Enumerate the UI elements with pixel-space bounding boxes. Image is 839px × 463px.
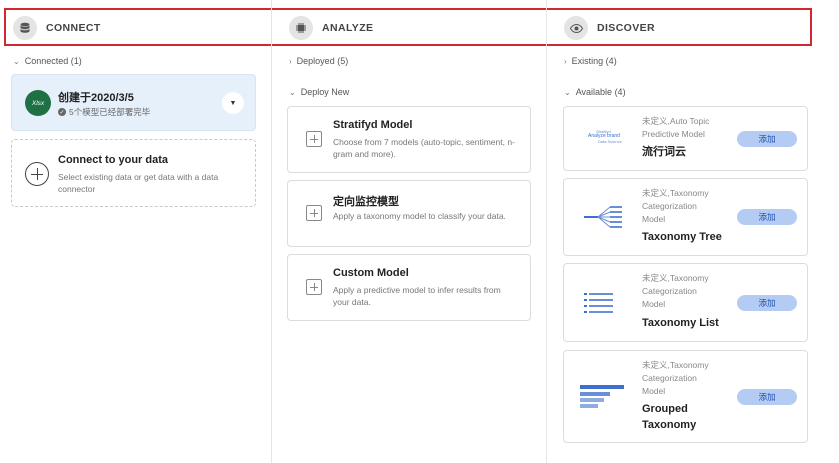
- grouped-bars-thumbnail: [580, 385, 624, 408]
- connect-data-description: Select existing data or get data with a …: [58, 172, 219, 194]
- word-cloud-thumbnail: Stratifyd Analyze brand Data Science: [578, 129, 638, 151]
- plus-square-icon: [306, 279, 322, 295]
- connected-section-toggle[interactable]: ⌄ Connected (1): [13, 56, 82, 66]
- card-meta-line: Model: [642, 299, 666, 309]
- card-meta-line: 未定义,Taxonomy: [642, 360, 709, 370]
- available-section-label: Available (4): [575, 87, 626, 97]
- card-meta-line: Categorization: [642, 201, 697, 211]
- deploy-new-section-label: Deploy New: [300, 87, 350, 97]
- card-meta: 未定义,Taxonomy Categorization Model: [642, 359, 709, 398]
- model-title: 定向监控模型: [333, 196, 399, 208]
- add-button[interactable]: 添加: [737, 389, 797, 405]
- model-card-custom[interactable]: Custom Model Apply a predictive model to…: [287, 254, 531, 321]
- list-thumbnail: [584, 293, 613, 313]
- dataset-title: 创建于2020/3/5: [58, 92, 134, 104]
- plus-square-icon: [306, 131, 322, 147]
- discover-card-taxonomy-tree[interactable]: 未定义,Taxonomy Categorization Model Taxono…: [563, 178, 808, 256]
- check-circle-icon: ✓: [58, 108, 66, 116]
- discover-card-grouped-taxonomy[interactable]: 未定义,Taxonomy Categorization Model Groupe…: [563, 350, 808, 443]
- model-title: Custom Model: [333, 267, 409, 279]
- chevron-down-icon: ⌄: [289, 87, 296, 97]
- deploy-new-section-toggle[interactable]: ⌄ Deploy New: [289, 87, 349, 97]
- deployed-section-label: Deployed (5): [296, 56, 349, 66]
- dataset-status: ✓ 5个模型已经部署完毕: [58, 106, 150, 118]
- model-title: Stratifyd Model: [333, 119, 413, 131]
- chevron-down-icon: ⌄: [13, 56, 20, 66]
- existing-section-label: Existing (4): [571, 56, 617, 66]
- card-meta-line: Model: [642, 386, 666, 396]
- card-meta-line: 未定义,Auto Topic: [642, 116, 710, 126]
- discover-card-word-cloud[interactable]: Stratifyd Analyze brand Data Science 未定义…: [563, 106, 808, 171]
- connected-section-label: Connected (1): [24, 56, 82, 66]
- card-title-line: Taxonomy: [642, 419, 697, 431]
- card-title: Taxonomy Tree: [642, 231, 722, 243]
- deployed-section-toggle[interactable]: › Deployed (5): [289, 56, 348, 66]
- xlsx-file-icon: Xlsx: [25, 90, 51, 116]
- model-card-taxonomy[interactable]: 定向监控模型 Apply a taxonomy model to classif…: [287, 180, 531, 247]
- card-title-line: Grouped: [642, 403, 688, 415]
- pipeline-header: CONNECT ANALYZE DISCOVER: [0, 0, 839, 46]
- card-meta-line: 未定义,Taxonomy: [642, 188, 709, 198]
- card-meta: 未定义,Taxonomy Categorization Model: [642, 272, 709, 311]
- add-button[interactable]: 添加: [737, 131, 797, 147]
- model-description: Choose from 7 models (auto-topic, sentim…: [333, 137, 515, 159]
- dataset-status-text: 5个模型已经部署完毕: [69, 107, 151, 117]
- chevron-down-icon: ⌄: [564, 87, 571, 97]
- header-highlight-box: [4, 8, 812, 46]
- connect-data-title: Connect to your data: [58, 154, 169, 166]
- existing-section-toggle[interactable]: › Existing (4): [564, 56, 617, 66]
- model-description: Apply a predictive model to infer result…: [333, 285, 501, 307]
- card-meta: 未定义,Taxonomy Categorization Model: [642, 187, 709, 226]
- card-meta: 未定义,Auto Topic Predictive Model: [642, 115, 709, 141]
- thumb-word: Data Science: [598, 139, 622, 144]
- column-divider: [546, 0, 547, 463]
- card-meta-line: Model: [642, 214, 666, 224]
- chevron-right-icon: ›: [289, 56, 292, 66]
- tree-thumbnail: [584, 206, 622, 228]
- available-section-toggle[interactable]: ⌄ Available (4): [564, 87, 626, 97]
- card-meta-line: Categorization: [642, 373, 697, 383]
- card-meta-line: Predictive Model: [642, 129, 705, 139]
- discover-card-taxonomy-list[interactable]: 未定义,Taxonomy Categorization Model Taxono…: [563, 263, 808, 342]
- chevron-right-icon: ›: [564, 56, 567, 66]
- column-divider: [271, 0, 272, 463]
- connect-data-card[interactable]: Connect to your data Select existing dat…: [11, 139, 256, 207]
- card-title: Grouped Taxonomy: [642, 401, 696, 433]
- model-description: Apply a taxonomy model to classify your …: [333, 211, 506, 221]
- plus-circle-icon: [25, 162, 49, 186]
- dataset-menu-button[interactable]: ▼: [222, 92, 244, 114]
- card-meta-line: Categorization: [642, 286, 697, 296]
- dataset-card[interactable]: Xlsx 创建于2020/3/5 ✓ 5个模型已经部署完毕 ▼: [11, 74, 256, 131]
- add-button[interactable]: 添加: [737, 295, 797, 311]
- card-meta-line: 未定义,Taxonomy: [642, 273, 709, 283]
- card-title: Taxonomy List: [642, 317, 719, 329]
- plus-square-icon: [306, 205, 322, 221]
- add-button[interactable]: 添加: [737, 209, 797, 225]
- card-title: 流行词云: [642, 146, 686, 158]
- model-card-stratifyd[interactable]: Stratifyd Model Choose from 7 models (au…: [287, 106, 531, 173]
